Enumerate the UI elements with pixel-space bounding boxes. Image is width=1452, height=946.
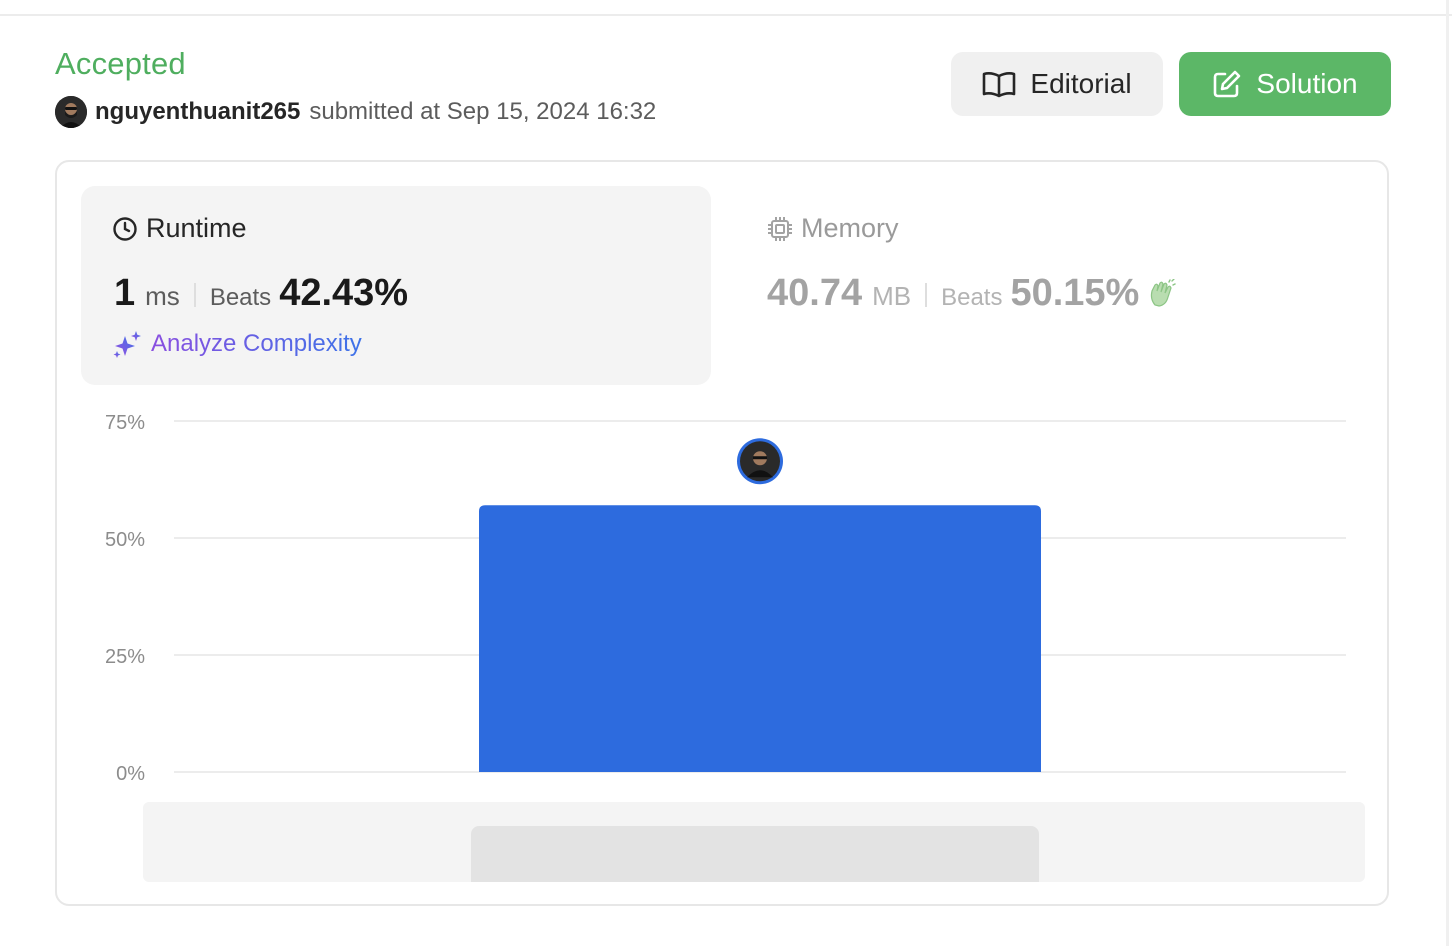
y-tick-label: 0% — [116, 763, 145, 785]
bar-avatar-marker[interactable] — [737, 438, 783, 485]
chart-scroll-thumb[interactable] — [471, 826, 1039, 882]
y-tick-label: 50% — [105, 529, 145, 551]
chart-bar[interactable] — [479, 505, 1041, 772]
y-tick-label: 25% — [105, 646, 145, 668]
y-tick-label: 75% — [105, 412, 145, 434]
